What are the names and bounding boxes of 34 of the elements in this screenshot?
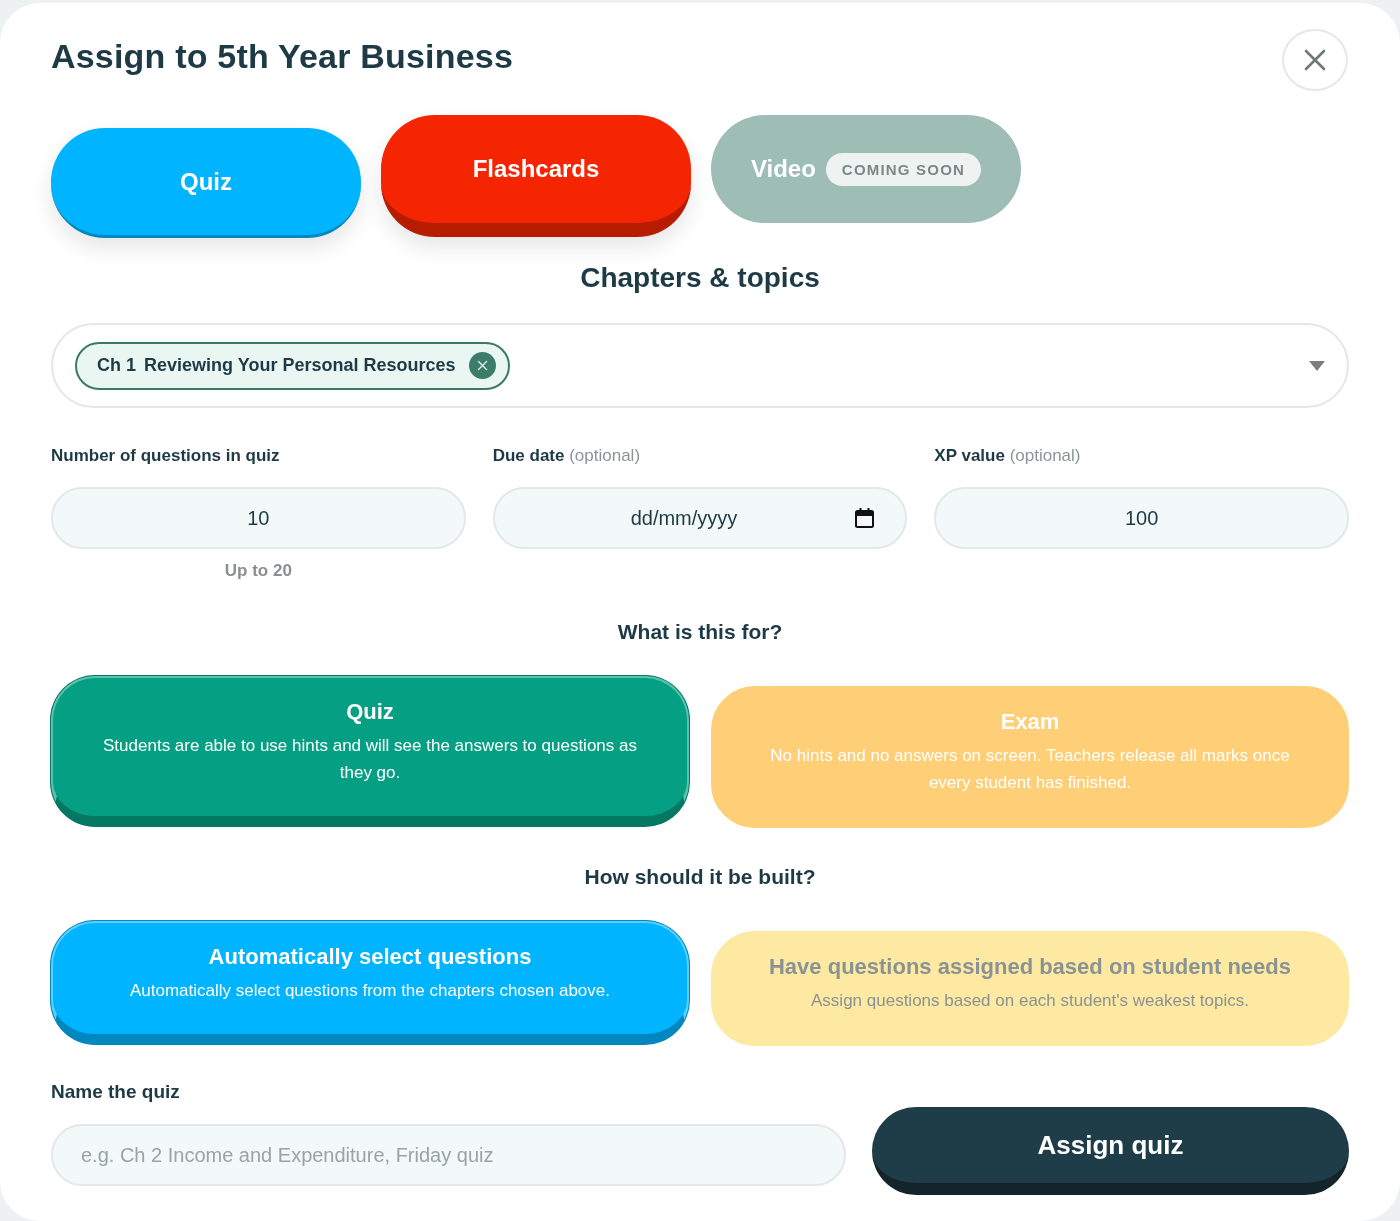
chip-title: Reviewing Your Personal Resources [144, 355, 456, 376]
section-heading: What is this for? [616, 619, 784, 645]
option-title: Have questions assigned based on student needs [769, 953, 1291, 981]
option-description: Assign questions based on each student's weakest topics. [811, 990, 1249, 1012]
assign-quiz-button[interactable]: Assign quiz [872, 1107, 1349, 1195]
date-field[interactable]: dd/mm/yyyy [492, 487, 908, 549]
dialog-title: Assign to 5th Year Business [51, 36, 514, 76]
section-heading: How should it be built? [583, 864, 817, 890]
section-heading: Chapters & topics [579, 261, 821, 295]
field-label: XP value (optional) [934, 445, 1082, 467]
option-title: Automatically select questions [208, 943, 532, 971]
type-tab[interactable]: Quiz [51, 128, 361, 238]
number-field[interactable]: 100 [934, 487, 1349, 549]
field-label: Number of questions in quiz [51, 445, 281, 467]
field-hint: Up to 20 [224, 561, 292, 581]
option-title: Quiz [346, 698, 394, 726]
close-icon[interactable] [1303, 48, 1327, 72]
number-field[interactable]: 10 [51, 487, 466, 549]
option-title: Exam [1000, 708, 1060, 736]
option-description: Students are able to use hints and will see the answers to questions as they go. [102, 735, 638, 784]
calendar-icon[interactable] [855, 508, 875, 528]
option-description: Automatically select questions from the chapters chosen above. [129, 980, 610, 1002]
coming-soon-badge: COMING SOON [825, 152, 982, 186]
option-description: No hints and no answers on screen. Teachers release all marks once every student has finished. [769, 745, 1291, 794]
option-card[interactable]: Automatically select questions Automatically select questions from the chapters chosen above. [51, 921, 689, 1044]
chip-number: Ch 1 [97, 355, 136, 376]
chapter-select[interactable]: Ch 1 Reviewing Your Personal Resources [51, 323, 1349, 408]
quiz-name-field[interactable]: e.g. Ch 2 Income and Expenditure, Friday quiz [51, 1124, 846, 1186]
remove-chip-button[interactable] [469, 352, 497, 379]
option-card[interactable]: Quiz Students are able to use hints and will see the answers to questions as they go. [51, 676, 689, 826]
caret-icon[interactable] [1309, 360, 1325, 371]
field-label: Name the quiz [51, 1080, 181, 1104]
type-tab[interactable]: Flashcards [381, 115, 691, 237]
field-label: Due date (optional) [492, 445, 642, 467]
